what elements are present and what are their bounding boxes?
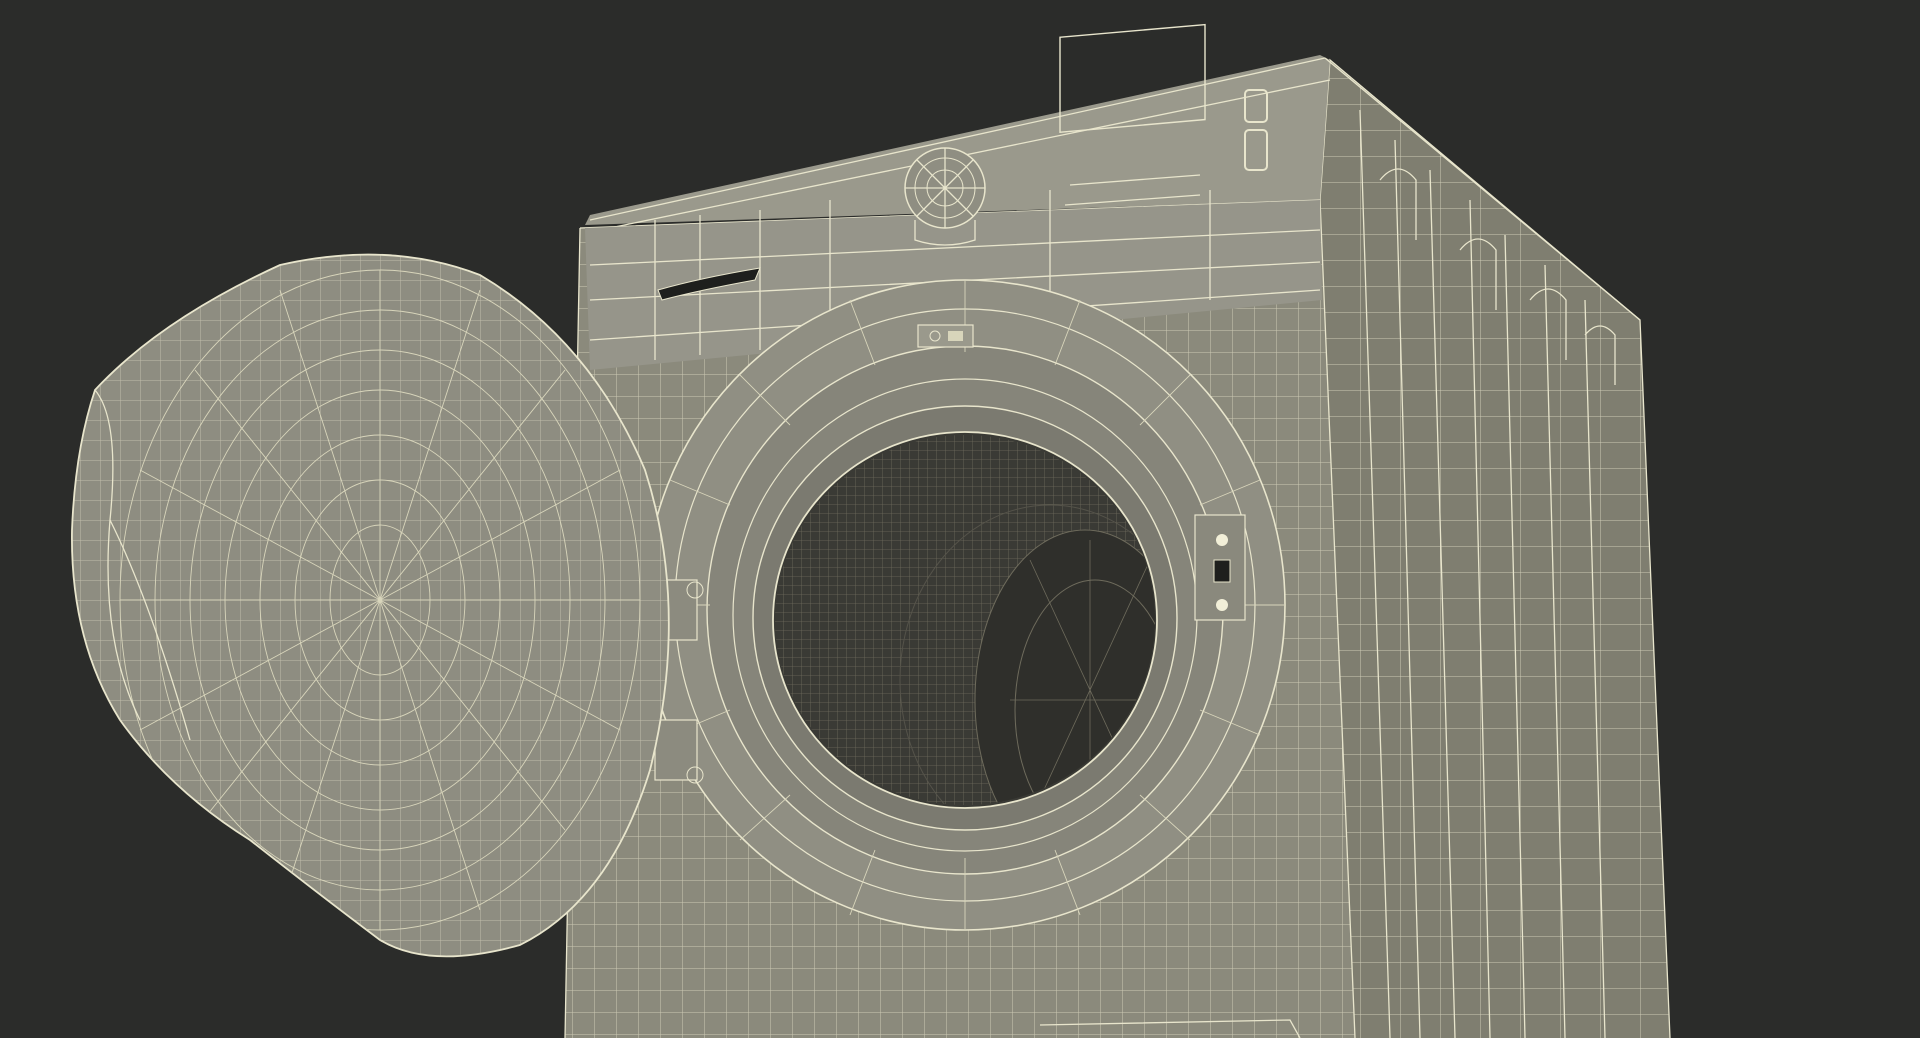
- wireframe-scene: [71, 23, 1671, 1038]
- machine-side-panel: [1319, 58, 1671, 1038]
- door-latch-icon: [1194, 514, 1246, 621]
- render-viewport: [0, 0, 1920, 1038]
- brand-badge: [917, 324, 974, 348]
